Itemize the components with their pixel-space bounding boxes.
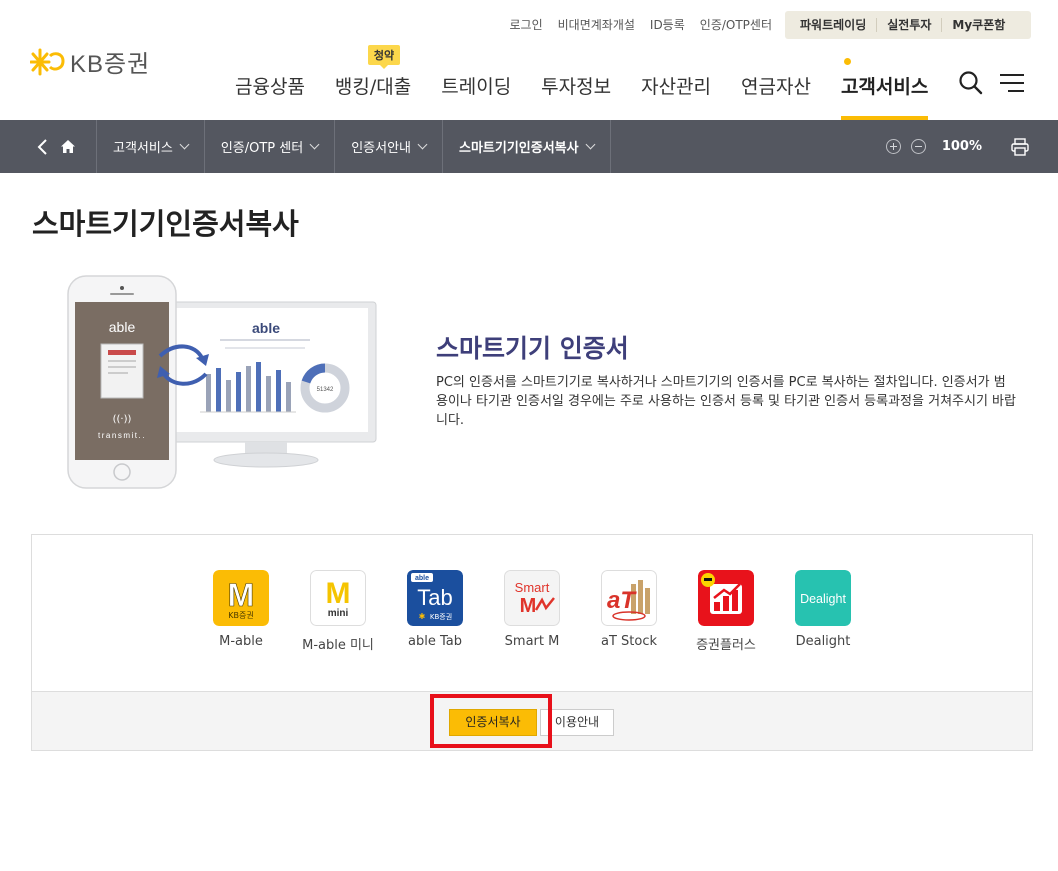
copy-certificate-button[interactable]: 인증서복사: [449, 709, 537, 736]
breadcrumb-customer-service[interactable]: 고객서비스: [96, 120, 204, 173]
subscription-badge: 청약: [367, 45, 401, 69]
chevron-down-icon: [309, 139, 320, 150]
zoom-level: 100%: [941, 139, 982, 154]
breadcrumb-smart-device-copy[interactable]: 스마트기기인증서복사: [442, 120, 611, 173]
app-smart-m[interactable]: Smart M Smart M: [504, 570, 560, 653]
utility-box: 파워트레이딩 실전투자 My쿠폰함: [785, 11, 1031, 39]
svg-text:Smart: Smart: [515, 580, 550, 595]
chevron-left-icon: [37, 138, 47, 155]
search-icon[interactable]: [958, 70, 984, 96]
print-icon[interactable]: [1010, 137, 1030, 157]
home-button[interactable]: [60, 120, 96, 173]
nav-investment-info[interactable]: 투자정보: [526, 72, 626, 120]
zoom-in-icon[interactable]: [885, 139, 901, 154]
zoom-out-icon[interactable]: [910, 139, 926, 154]
svg-text:M: M: [228, 577, 255, 613]
kb-star-icon: [30, 48, 65, 75]
login-link[interactable]: 로그인: [510, 16, 543, 33]
svg-text:mini: mini: [328, 608, 349, 619]
app-stock-plus[interactable]: 증권플러스: [696, 570, 756, 653]
app-m-able[interactable]: M KB증권 M-able: [213, 570, 269, 653]
dealight-icon: Dealight: [795, 570, 851, 626]
breadcrumb-cert-otp-center[interactable]: 인증/OTP 센터: [203, 120, 334, 173]
app-label: Dealight: [795, 634, 851, 649]
page-tools: 100%: [885, 120, 1030, 173]
donut-label: 51342: [317, 387, 334, 393]
site-header: KB증권 로그인 비대면계좌개설 ID등록 인증/OTP센터 파워트레이딩 실전…: [0, 0, 1058, 120]
my-coupon-link[interactable]: My쿠폰함: [942, 18, 1015, 32]
svg-text:KB증권: KB증권: [228, 610, 253, 620]
app-m-able-mini[interactable]: M mini M-able 미니: [302, 570, 374, 653]
svg-text:M: M: [326, 577, 351, 610]
app-at-stock[interactable]: aT aT Stock: [601, 570, 657, 653]
nav-asset-management[interactable]: 자산관리: [626, 72, 726, 120]
page-title: 스마트기기인증서복사: [32, 207, 299, 241]
open-account-link[interactable]: 비대면계좌개설: [558, 16, 635, 33]
app-label: Smart M: [504, 634, 560, 649]
breadcrumb-cert-guide[interactable]: 인증서안내: [334, 120, 442, 173]
svg-text:KB증권: KB증권: [430, 613, 452, 621]
svg-text:Tab: Tab: [417, 585, 452, 610]
app-list: M KB증권 M-able M mini M-able 미니 able Tab …: [32, 570, 1032, 653]
phone-brand: able: [109, 319, 136, 335]
nav-customer-service[interactable]: 고객서비스: [826, 58, 943, 120]
home-icon: [61, 140, 75, 153]
utility-links: 로그인 비대면계좌개설 ID등록 인증/OTP센터: [510, 16, 773, 33]
app-label: able Tab: [408, 634, 462, 649]
stock-plus-icon: [698, 570, 754, 626]
intro-description: PC의 인증서를 스마트기기로 복사하거나 스마트기기의 인증서를 PC로 복사…: [436, 375, 1016, 428]
chevron-down-icon: [585, 139, 596, 150]
usage-guide-button[interactable]: 이용안내: [540, 709, 614, 736]
app-list-box: M KB증권 M-able M mini M-able 미니 able Tab …: [31, 534, 1033, 751]
nav-banking-loan[interactable]: 청약 뱅킹/대출: [320, 45, 426, 120]
nav-financial-products[interactable]: 금융상품: [220, 72, 320, 120]
monitor-image: able 51342: [165, 301, 377, 468]
location-bar: 고객서비스 인증/OTP 센터 인증서안내 스마트기기인증서복사 100%: [0, 120, 1058, 173]
at-stock-icon: aT: [601, 570, 657, 626]
able-tab-icon: able Tab KB증권 ✱: [407, 570, 463, 626]
app-able-tab[interactable]: able Tab KB증권 ✱ able Tab: [407, 570, 463, 653]
svg-text:M: M: [520, 595, 537, 617]
app-label: 증권플러스: [696, 638, 756, 653]
nav-pension[interactable]: 연금자산: [726, 72, 826, 120]
phone-image: able ((·)) transmit..: [67, 275, 177, 489]
active-dot: [843, 58, 851, 65]
chevron-down-icon: [179, 139, 190, 150]
svg-text:able: able: [415, 575, 429, 582]
chevron-down-icon: [417, 139, 428, 150]
smart-m-icon: Smart M: [504, 570, 560, 626]
id-register-link[interactable]: ID등록: [650, 16, 685, 33]
nav-trading[interactable]: 트레이딩: [426, 72, 526, 120]
intro-title: 스마트기기 인증서: [436, 334, 629, 363]
phone-caption: transmit..: [98, 431, 146, 440]
app-actions: 인증서복사 이용안내: [32, 691, 1032, 750]
cert-otp-center-link[interactable]: 인증/OTP센터: [700, 16, 772, 33]
svg-text:aT: aT: [607, 587, 637, 614]
power-trading-link[interactable]: 파워트레이딩: [785, 18, 878, 32]
real-invest-link[interactable]: 실전투자: [877, 18, 943, 32]
app-label: aT Stock: [600, 634, 658, 649]
back-button[interactable]: [0, 120, 60, 173]
svg-text:((·)): ((·)): [113, 414, 132, 425]
logo-text: KB증권: [70, 51, 151, 78]
smart-device-illustration: able 51342 able ((·)) transmit..: [67, 275, 377, 489]
monitor-brand: able: [252, 320, 280, 336]
m-able-mini-icon: M mini: [310, 570, 366, 626]
app-label: M-able 미니: [302, 638, 374, 653]
m-able-icon: M KB증권: [213, 570, 269, 626]
main-nav: 금융상품 청약 뱅킹/대출 트레이딩 투자정보 자산관리 연금자산 고객서비스: [220, 45, 943, 120]
app-label: M-able: [219, 634, 263, 649]
svg-text:✱: ✱: [419, 612, 426, 621]
svg-text:Dealight: Dealight: [800, 592, 846, 606]
hamburger-menu-icon[interactable]: [998, 70, 1026, 96]
kb-logo[interactable]: KB증권: [30, 44, 150, 79]
app-dealight[interactable]: Dealight Dealight: [795, 570, 851, 653]
